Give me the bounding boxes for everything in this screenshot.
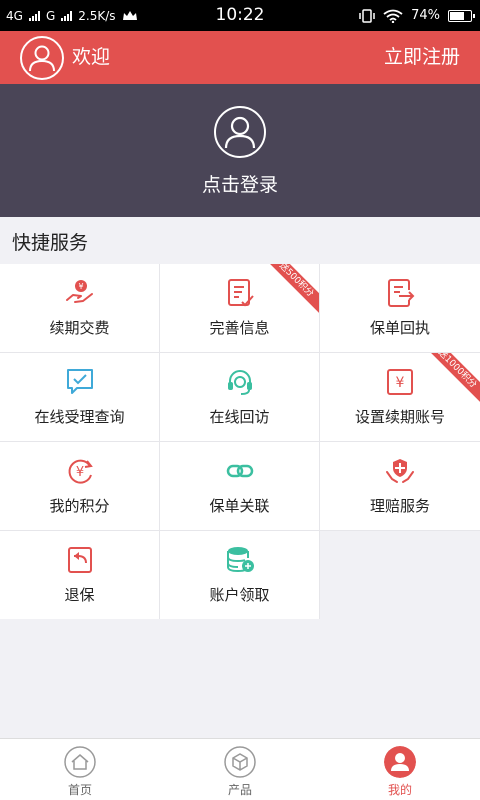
user-icon — [29, 45, 55, 72]
box-icon — [224, 746, 256, 778]
section-title: 快捷服务 — [12, 232, 89, 254]
top-header: 欢迎 立即注册 — [0, 31, 480, 84]
service-renewal-payment[interactable]: ¥ 续期交费 — [0, 264, 159, 352]
tab-label: 首页 — [67, 783, 92, 797]
service-account-collect[interactable]: 账户领取 — [160, 531, 319, 619]
tab-mine[interactable]: 我的 — [320, 739, 480, 800]
service-label: 在线回访 — [209, 408, 270, 426]
yen-card-icon: ¥ — [387, 369, 413, 395]
login-avatar[interactable] — [214, 106, 266, 158]
service-set-renewal-account[interactable]: ¥ 设置续期账号 送1000积分 — [320, 353, 480, 441]
document-export-icon — [388, 279, 415, 307]
register-link[interactable]: 立即注册 — [384, 31, 460, 84]
tab-home[interactable]: 首页 — [0, 739, 160, 800]
link-icon — [226, 464, 253, 478]
service-label: 完善信息 — [209, 319, 270, 337]
wifi-icon — [383, 9, 403, 23]
avatar[interactable] — [20, 36, 64, 80]
points-badge: 送1000积分 — [420, 353, 480, 406]
service-label: 保单关联 — [209, 497, 270, 515]
service-online-query[interactable]: 在线受理查询 — [0, 353, 159, 441]
service-label: 设置续期账号 — [354, 408, 445, 426]
service-claims[interactable]: 理赔服务 — [320, 442, 480, 530]
status-bar: 4G G 2.5K/s 10:22 74% — [0, 0, 480, 31]
tab-products[interactable]: 产品 — [160, 739, 320, 800]
service-label: 续期交费 — [49, 319, 110, 337]
quick-services-grid: ¥ 续期交费 完善信息 送500积分 保单回执 在线受理查询 在线回访 ¥ 设置… — [0, 264, 480, 619]
return-doc-icon — [67, 547, 92, 573]
svg-text:¥: ¥ — [78, 282, 83, 291]
status-right: 74% — [359, 0, 475, 31]
points-badge: 送500积分 — [259, 264, 319, 317]
service-label: 退保 — [64, 586, 95, 604]
tab-label: 产品 — [227, 783, 252, 797]
vibrate-icon — [359, 8, 375, 23]
hand-yen-icon: ¥ — [65, 280, 93, 303]
service-complete-info[interactable]: 完善信息 送500积分 — [160, 264, 319, 352]
yen-cycle-icon: ¥ — [68, 459, 93, 484]
service-label: 保单回执 — [369, 319, 430, 337]
welcome-text: 欢迎 — [72, 46, 111, 68]
empty-cell — [320, 531, 480, 619]
chat-check-icon — [66, 369, 93, 394]
login-banner[interactable]: 点击登录 — [0, 84, 480, 217]
edit-document-icon — [227, 279, 254, 307]
headset-icon — [227, 370, 252, 395]
user-icon — [224, 116, 256, 149]
service-policy-link[interactable]: 保单关联 — [160, 442, 319, 530]
coins-stack-icon — [226, 547, 254, 573]
service-label: 在线受理查询 — [34, 408, 125, 426]
home-icon — [64, 746, 96, 778]
shield-hands-icon — [386, 459, 414, 483]
service-policy-receipt[interactable]: 保单回执 — [320, 264, 480, 352]
service-online-revisit[interactable]: 在线回访 — [160, 353, 319, 441]
service-label: 理赔服务 — [369, 497, 430, 515]
tab-label: 我的 — [387, 783, 412, 797]
battery-level — [450, 11, 465, 20]
svg-text:¥: ¥ — [75, 465, 83, 480]
svg-text:¥: ¥ — [396, 375, 405, 391]
service-my-points[interactable]: ¥ 我的积分 — [0, 442, 159, 530]
user-icon — [384, 746, 416, 778]
bottom-tab-bar: 首页 产品 我的 — [0, 738, 480, 800]
battery-percent: 74% — [411, 8, 440, 23]
service-surrender[interactable]: 退保 — [0, 531, 159, 619]
service-label: 我的积分 — [49, 497, 110, 515]
service-label: 账户领取 — [209, 586, 270, 604]
battery-icon — [448, 9, 475, 22]
login-prompt[interactable]: 点击登录 — [0, 170, 480, 197]
